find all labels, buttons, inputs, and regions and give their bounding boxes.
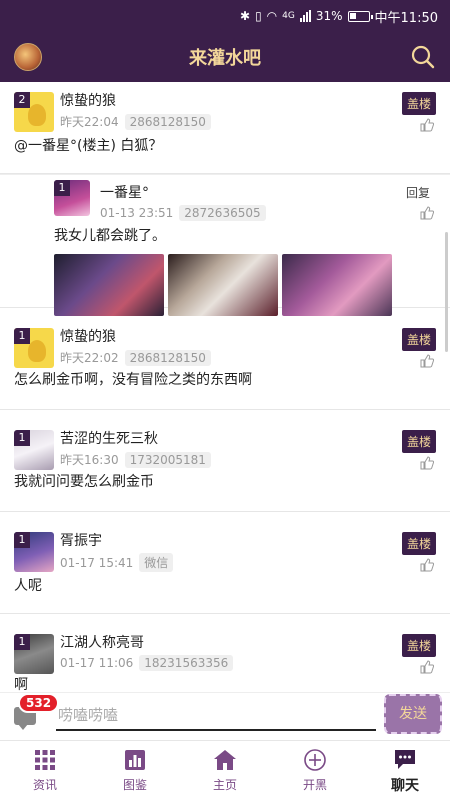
thumbs-up-icon[interactable] (420, 558, 434, 572)
search-icon[interactable] (410, 44, 436, 70)
send-button[interactable]: 发送 (384, 694, 442, 734)
nav-label: 图鉴 (122, 778, 147, 792)
post-time: 01-13 23:51 (100, 206, 174, 220)
author-name[interactable]: 胥振宇 (60, 532, 436, 550)
post-image[interactable] (168, 254, 278, 316)
thumbs-up-icon[interactable] (420, 456, 434, 470)
avatar[interactable]: 1 (14, 430, 54, 470)
nav-label: 资讯 (32, 778, 57, 792)
contact-tag: 微信 (139, 553, 174, 572)
post-item: 1 苦涩的生死三秋 昨天16:30 1732005181 我就问问要怎么刷金币 … (0, 410, 450, 512)
home-icon (214, 750, 236, 770)
post-content: 人呢 (14, 578, 42, 594)
unread-badge: 532 (18, 693, 60, 713)
nav-item-chat[interactable]: 聊天 (360, 741, 450, 800)
build-floor-button[interactable]: 盖楼 (401, 634, 436, 657)
contact-tag: 2872636505 (179, 205, 266, 221)
vibrate-icon: ▯ (255, 9, 262, 23)
author-name[interactable]: 惊蛰的狼 (60, 328, 436, 346)
post-image[interactable] (282, 254, 392, 316)
post-item: 1 江湖人称亮哥 01-17 11:06 18231563356 啊 盖楼 (0, 614, 450, 692)
post-time: 01-17 15:41 (60, 555, 134, 570)
post-content: 我就问问要怎么刷金币 (14, 474, 154, 490)
nav-item-home[interactable]: 主页 (180, 741, 270, 800)
post-time: 昨天22:04 (60, 115, 119, 129)
thumbs-up-icon[interactable] (420, 354, 434, 368)
post-time: 01-17 11:06 (60, 656, 134, 670)
clock: 中午11:50 (374, 10, 438, 26)
avatar[interactable]: 1 (14, 532, 54, 572)
build-floor-button[interactable]: 盖楼 (401, 328, 436, 351)
post-content: 我女儿都会跳了。 (54, 228, 166, 244)
user-avatar[interactable] (14, 43, 42, 71)
contact-tag: 18231563356 (139, 655, 234, 671)
post-content: 怎么刷金币啊，没有冒险之类的东西啊 (14, 372, 252, 388)
level-badge: 2 (14, 92, 30, 108)
signal-icon (299, 10, 311, 22)
battery-icon (347, 10, 373, 22)
status-bar: ✱ ▯ ◠ 4G 31% 中午11:50 (0, 0, 450, 32)
bottom-nav: 资讯 图鉴 主页 开黑 聊天 (0, 740, 450, 800)
build-floor-button[interactable]: 盖楼 (401, 430, 436, 453)
message-input[interactable] (56, 701, 376, 731)
thumbs-up-icon[interactable] (420, 118, 434, 132)
author-name[interactable]: 惊蛰的狼 (60, 92, 436, 110)
post-item: 1 胥振宇 01-17 15:41 微信 人呢 盖楼 (0, 512, 450, 614)
author-name[interactable]: 一番星° (100, 184, 436, 202)
post-item: 1 惊蛰的狼 昨天22:02 2868128150 怎么刷金币啊，没有冒险之类的… (0, 308, 450, 410)
contact-tag: 1732005181 (124, 451, 211, 468)
build-floor-button[interactable]: 盖楼 (401, 92, 436, 115)
contact-tag: 2868128150 (124, 113, 211, 130)
author-name[interactable]: 苦涩的生死三秋 (60, 430, 436, 448)
chat-icon (395, 749, 415, 769)
nav-label: 聊天 (391, 777, 419, 794)
post-time: 昨天22:02 (60, 351, 119, 365)
avatar[interactable]: 1 (14, 634, 54, 674)
nav-item-team[interactable]: 开黑 (270, 741, 360, 800)
title-bar: 来灌水吧 (0, 32, 450, 82)
message-composer: 532 发送 (0, 692, 450, 740)
thumbs-up-icon[interactable] (420, 206, 434, 220)
image-gallery (54, 254, 436, 316)
scrollbar[interactable] (445, 232, 448, 352)
contact-tag: 2868128150 (124, 349, 211, 366)
plus-circle-icon (304, 749, 326, 771)
level-badge: 1 (14, 430, 30, 446)
post-item: 2 惊蛰的狼 昨天22:04 2868128150 @一番星°(楼主) 白狐？ … (0, 82, 450, 174)
post-image[interactable] (54, 254, 164, 316)
battery-percent: 31% (315, 9, 343, 23)
level-badge: 1 (14, 634, 30, 650)
level-badge: 1 (14, 532, 30, 548)
level-badge: 1 (14, 328, 30, 344)
post-feed[interactable]: 2 惊蛰的狼 昨天22:04 2868128150 @一番星°(楼主) 白狐？ … (0, 82, 450, 692)
chart-icon (125, 750, 145, 770)
reply-button[interactable]: 回复 (406, 184, 430, 201)
nav-label: 开黑 (302, 778, 327, 792)
avatar[interactable]: 1 (14, 328, 54, 368)
author-name[interactable]: 江湖人称亮哥 (60, 634, 436, 652)
post-content: 啊 (14, 677, 28, 692)
bluetooth-icon: ✱ (240, 9, 251, 23)
page-title: 来灌水吧 (189, 48, 261, 69)
network-label: 4G (282, 11, 295, 21)
post-time: 昨天16:30 (60, 453, 119, 467)
avatar[interactable]: 1 (54, 180, 90, 216)
reply-item: 1 一番星° 01-13 23:51 2872636505 我女儿都会跳了。 回… (0, 174, 450, 316)
grid-icon (35, 750, 55, 770)
post-content: @一番星°(楼主) 白狐？ (14, 138, 163, 154)
wifi-icon: ◠ (266, 9, 278, 23)
thumbs-up-icon[interactable] (420, 660, 434, 674)
nav-item-news[interactable]: 资讯 (0, 741, 90, 800)
nav-label: 主页 (212, 778, 237, 792)
build-floor-button[interactable]: 盖楼 (401, 532, 436, 555)
level-badge: 1 (54, 180, 70, 196)
avatar[interactable]: 2 (14, 92, 54, 132)
nav-item-gallery[interactable]: 图鉴 (90, 741, 180, 800)
